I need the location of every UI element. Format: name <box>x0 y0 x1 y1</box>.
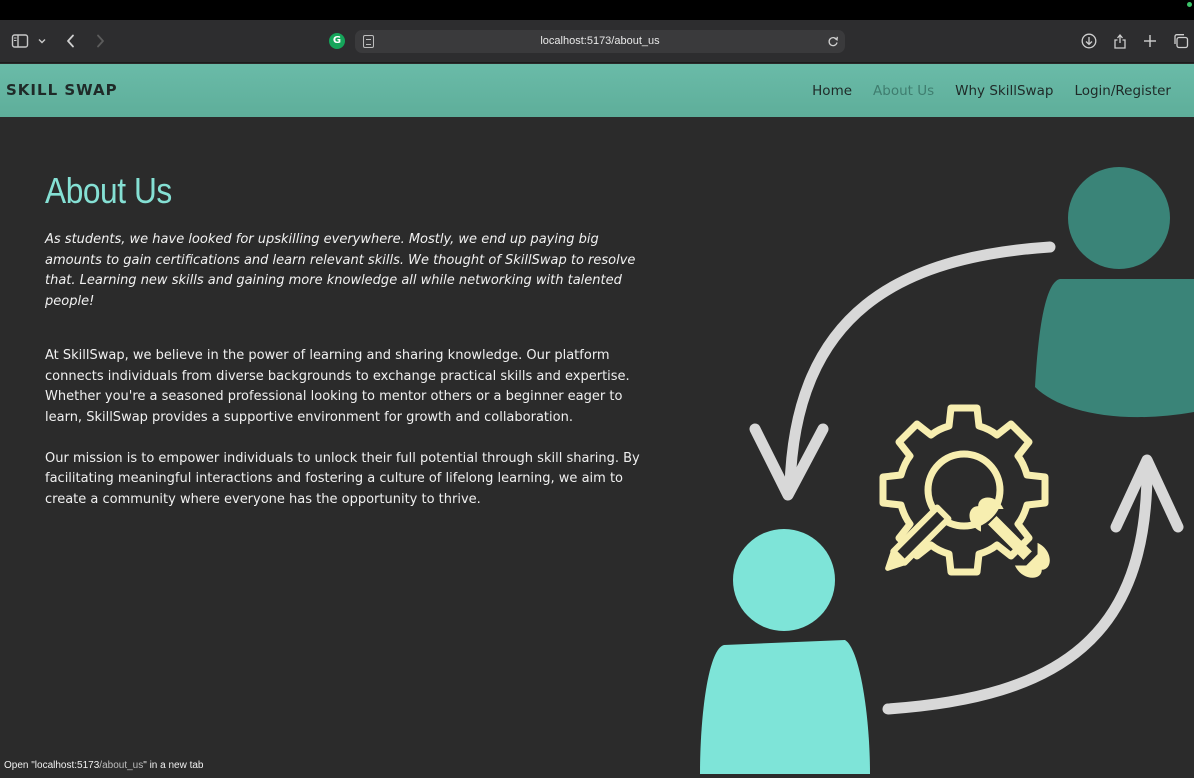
learner-person-icon <box>700 529 870 774</box>
body-paragraph-1: At SkillSwap, we believe in the power of… <box>45 348 630 425</box>
status-suffix: " in a new tab <box>143 760 204 771</box>
back-arrow-icon[interactable] <box>63 32 79 50</box>
nav-links: Home About Us Why SkillSwap Login/Regist… <box>812 81 1171 101</box>
body-paragraph-2: Our mission is to empower individuals to… <box>45 450 640 507</box>
macos-menu-bar <box>0 0 1194 20</box>
reload-icon[interactable] <box>827 33 839 53</box>
chevron-down-icon[interactable] <box>36 32 48 50</box>
status-prefix: Open "localhost:5173 <box>4 760 100 771</box>
page-title: About Us <box>45 170 172 211</box>
browser-toolbar: G localhost:5173/about_us <box>0 20 1194 63</box>
extension-icon[interactable]: G <box>329 33 345 49</box>
nav-home[interactable]: Home <box>812 81 852 101</box>
link-status-tooltip: Open "localhost:5173/about_us" in a new … <box>0 758 208 774</box>
gear-tools-icon <box>879 404 1050 578</box>
status-dot <box>1187 2 1192 7</box>
about-content: About Us As students, we have looked for… <box>45 168 655 510</box>
nav-why-skillswap[interactable]: Why SkillSwap <box>955 81 1053 101</box>
forward-arrow-icon[interactable] <box>92 32 108 50</box>
share-icon[interactable] <box>1111 32 1129 50</box>
brand-logo[interactable]: SKILL SWAP <box>6 80 118 100</box>
url-text: localhost:5173/about_us <box>540 35 660 47</box>
tabs-icon[interactable] <box>1172 32 1190 50</box>
mentor-person-icon <box>1035 167 1194 418</box>
site-navbar: SKILL SWAP Home About Us Why SkillSwap L… <box>0 64 1194 117</box>
nav-about-us[interactable]: About Us <box>873 81 934 101</box>
sidebar-icon[interactable] <box>11 32 29 50</box>
skill-swap-illustration <box>700 117 1194 774</box>
status-path: /about_us <box>99 760 144 771</box>
download-icon[interactable] <box>1080 32 1098 50</box>
address-bar[interactable]: localhost:5173/about_us <box>355 30 845 53</box>
plus-icon[interactable] <box>1141 32 1159 50</box>
curved-arrow-down-icon <box>749 241 1056 501</box>
nav-login-register[interactable]: Login/Register <box>1074 81 1171 101</box>
intro-paragraph: As students, we have looked for upskilli… <box>45 232 636 309</box>
